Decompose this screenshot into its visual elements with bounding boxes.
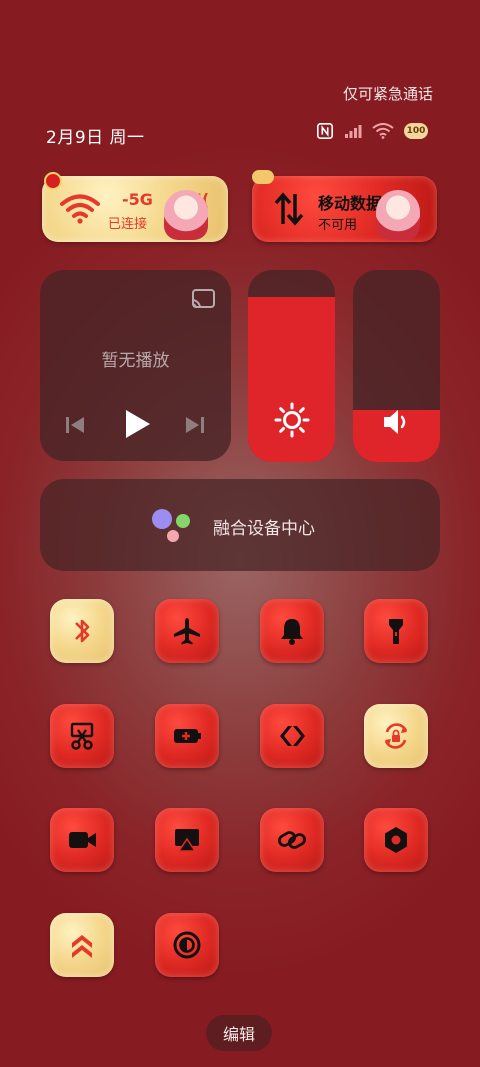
toggle-bell[interactable] bbox=[260, 599, 324, 663]
toggle-share-arrow[interactable] bbox=[260, 704, 324, 768]
toggle-screenshot-scissors[interactable] bbox=[50, 704, 114, 768]
brightness-sun-icon bbox=[274, 402, 309, 438]
character-sticker bbox=[164, 190, 208, 240]
nfc-icon bbox=[316, 122, 334, 140]
speaker-icon bbox=[383, 410, 405, 434]
hexagon-nut-icon bbox=[385, 827, 407, 853]
dark-mode-icon bbox=[173, 931, 201, 959]
flower-decoration bbox=[44, 172, 62, 190]
cast-screen-icon bbox=[175, 829, 199, 852]
brightness-slider[interactable] bbox=[248, 270, 335, 462]
toggle-link[interactable] bbox=[260, 808, 324, 872]
wifi-icon bbox=[60, 194, 100, 224]
wifi-status-icon bbox=[372, 123, 394, 139]
wifi-network-name: -5G bbox=[122, 190, 153, 209]
link-icon bbox=[278, 831, 306, 849]
toggle-cast-screen[interactable] bbox=[155, 808, 219, 872]
screenshot-scissors-icon bbox=[70, 722, 94, 750]
mobile-data-title: 移动数据 bbox=[318, 194, 383, 213]
performance-chevrons-icon bbox=[72, 935, 92, 958]
data-arrows-icon bbox=[274, 192, 304, 226]
toggle-performance-chevrons[interactable] bbox=[50, 913, 114, 977]
toggle-hexagon-nut[interactable] bbox=[364, 808, 428, 872]
share-arrow-icon bbox=[280, 726, 305, 746]
date-label: 2月9日 周一 bbox=[46, 128, 145, 148]
battery-badge: 100 bbox=[404, 123, 428, 139]
screen-record-icon bbox=[69, 832, 96, 848]
next-track-icon[interactable] bbox=[184, 414, 206, 436]
wifi-status: 已连接 bbox=[108, 217, 148, 232]
status-icons: 100 bbox=[316, 122, 428, 140]
bluetooth-icon bbox=[75, 619, 90, 643]
cast-icon[interactable] bbox=[190, 288, 216, 310]
previous-track-icon[interactable] bbox=[64, 414, 86, 436]
toggle-airplane[interactable] bbox=[155, 599, 219, 663]
device-center-card[interactable]: 融合设备中心 bbox=[40, 479, 440, 571]
media-status: 暂无播放 bbox=[101, 351, 170, 371]
signal-icon bbox=[345, 125, 362, 138]
media-player-card[interactable]: 暂无播放 bbox=[40, 270, 231, 461]
mobile-data-status: 不可用 bbox=[318, 218, 358, 233]
volume-slider[interactable] bbox=[353, 270, 440, 462]
toggle-bluetooth[interactable] bbox=[50, 599, 114, 663]
device-center-logo-icon bbox=[152, 509, 192, 545]
bell-icon bbox=[281, 619, 303, 645]
flashlight-icon bbox=[389, 619, 403, 644]
emergency-call-status: 仅可紧急通话 bbox=[342, 85, 433, 103]
wifi-card[interactable]: -5G MI( 已连接 bbox=[42, 172, 228, 242]
mobile-data-card[interactable]: 移动数据 不可用 bbox=[252, 170, 437, 242]
lucky-bag-decoration bbox=[252, 170, 274, 184]
rotation-lock-icon bbox=[384, 723, 408, 749]
airplane-icon bbox=[174, 618, 200, 645]
toggle-screen-record[interactable] bbox=[50, 808, 114, 872]
edit-button[interactable]: 编辑 bbox=[206, 1015, 272, 1051]
toggle-battery-saver[interactable] bbox=[155, 704, 219, 768]
play-icon[interactable] bbox=[122, 408, 152, 440]
toggle-flashlight[interactable] bbox=[364, 599, 428, 663]
device-center-label: 融合设备中心 bbox=[213, 519, 315, 539]
toggle-dark-mode[interactable] bbox=[155, 913, 219, 977]
character-sticker bbox=[376, 190, 420, 240]
toggle-rotation-lock[interactable] bbox=[364, 704, 428, 768]
battery-saver-icon bbox=[174, 729, 201, 743]
